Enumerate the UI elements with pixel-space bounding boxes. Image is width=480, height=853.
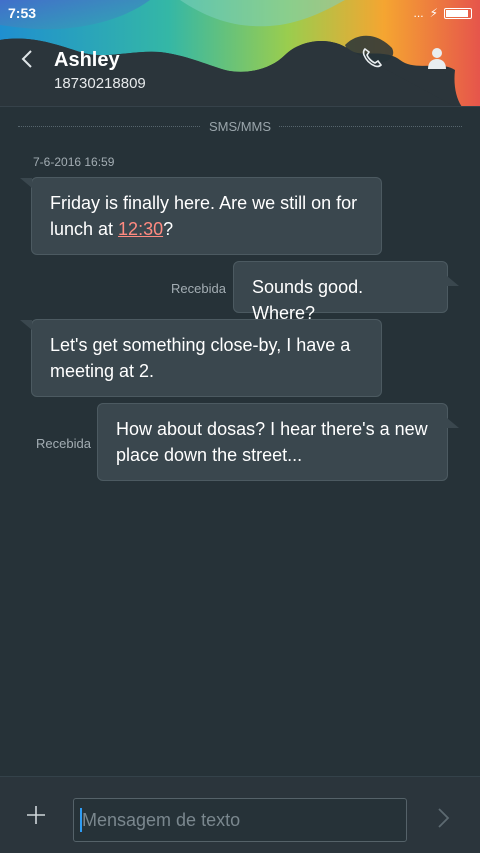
status-bar: 7:53 ... ⚡: [0, 0, 480, 28]
battery-icon: [444, 7, 472, 19]
message-text: Let's get something close-by, I have a m…: [50, 335, 351, 381]
message-timestamp: 7-6-2016 16:59: [33, 155, 115, 169]
time-link[interactable]: 12:30: [118, 219, 163, 239]
message-bubble-incoming[interactable]: Let's get something close-by, I have a m…: [20, 319, 382, 397]
signal-icon: ...: [413, 6, 424, 20]
message-text-end: ?: [163, 219, 174, 239]
contact-number: 18730218809: [54, 75, 146, 92]
message-bubble-incoming[interactable]: Friday is finally here. Are we still on …: [20, 177, 382, 255]
send-chevron-icon[interactable]: [436, 807, 450, 829]
message-text: Sounds good. Where?: [252, 277, 364, 323]
channel-divider: SMS/MMS: [18, 118, 462, 136]
contact-name: Ashley: [54, 49, 120, 71]
text-cursor: [80, 808, 82, 832]
conversation-header: 7:53 ... ⚡ Ashley 18730218809: [0, 0, 480, 107]
message-text: Friday is finally here. Are we still on …: [50, 193, 358, 239]
channel-label: SMS/MMS: [200, 119, 280, 134]
message-input[interactable]: [73, 798, 407, 842]
person-icon[interactable]: [426, 46, 448, 70]
message-bubble-outgoing[interactable]: How about dosas? I hear there's a new pl…: [97, 403, 459, 481]
delivery-status: Recebida: [36, 436, 91, 451]
charging-icon: ⚡: [429, 6, 438, 20]
delivery-status: Recebida: [171, 281, 226, 296]
message-text: How about dosas? I hear there's a new pl…: [116, 419, 428, 465]
message-bubble-outgoing[interactable]: Sounds good. Where?: [233, 261, 459, 323]
status-time: 7:53: [8, 5, 37, 21]
message-composer: [0, 776, 480, 853]
plus-icon[interactable]: [26, 805, 46, 825]
status-indicators: ... ⚡: [414, 6, 472, 20]
chevron-left-icon[interactable]: [18, 48, 38, 70]
phone-icon[interactable]: [360, 46, 384, 70]
